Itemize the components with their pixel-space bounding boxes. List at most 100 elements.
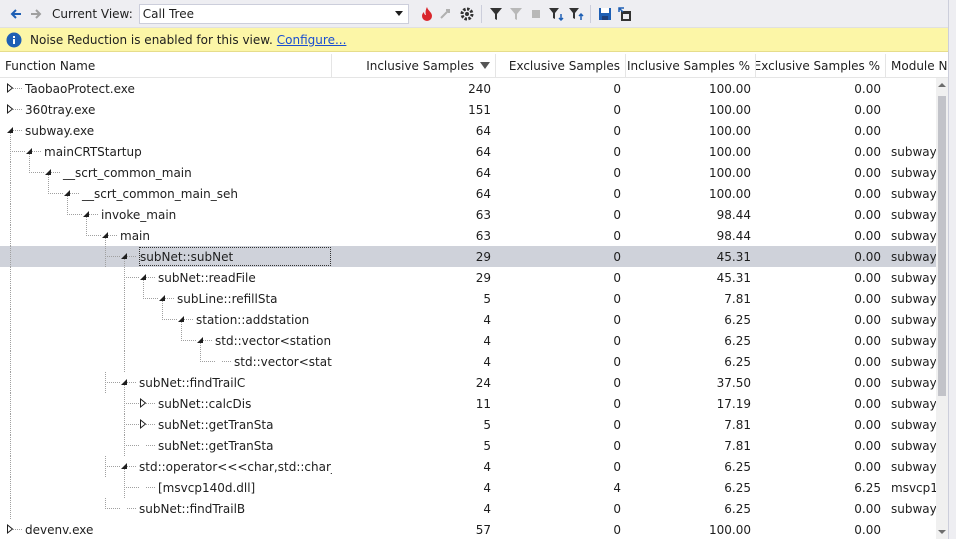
flame-icon[interactable] — [417, 4, 437, 24]
save-icon[interactable] — [595, 4, 615, 24]
expanded-triangle-icon[interactable] — [120, 456, 130, 477]
inclusive-samples-pct-cell: 45.31 — [716, 270, 751, 285]
filter-off-icon[interactable] — [506, 4, 526, 24]
table-row[interactable]: subNet::findTrailB 4 0 6.25 0.00 subway — [0, 498, 936, 519]
scroll-down-icon[interactable] — [937, 527, 947, 537]
expanded-triangle-icon[interactable] — [63, 183, 73, 204]
function-name-cell: std::vector<station * — [0, 330, 332, 351]
collapsed-triangle-icon[interactable] — [6, 519, 16, 539]
header-exclusive-samples[interactable]: Exclusive Samples — [496, 54, 626, 78]
inclusive-samples-cell: 63 — [475, 228, 491, 243]
table-row[interactable]: std::operator<<<char,std::char_tr 4 0 6.25 0… — [0, 456, 936, 477]
exclusive-samples-pct-cell: 0.00 — [854, 81, 881, 96]
expanded-triangle-icon[interactable] — [25, 141, 35, 162]
module-name-cell: subway — [891, 144, 936, 159]
table-row[interactable]: [msvcp140d.dll] 4 4 6.25 6.25 msvcp1 — [0, 477, 936, 498]
exclusive-samples-pct-cell: 0.00 — [854, 102, 881, 117]
inclusive-samples-cell: 4 — [483, 354, 491, 369]
export-icon[interactable] — [615, 4, 635, 24]
table-row[interactable]: mainCRTStartup 64 0 100.00 0.00 subway — [0, 141, 936, 162]
exclusive-samples-cell: 0 — [613, 81, 621, 96]
module-name-cell: subway — [891, 354, 936, 369]
settings-gear-icon[interactable] — [457, 4, 477, 24]
filter-icon[interactable] — [486, 4, 506, 24]
table-row[interactable]: subNet::readFile 29 0 45.31 0.00 subway — [0, 267, 936, 288]
scrollbar-thumb[interactable] — [938, 96, 946, 396]
exclusive-samples-cell: 4 — [613, 480, 621, 495]
table-row[interactable]: subLine::refillSta 5 0 7.81 0.00 subway — [0, 288, 936, 309]
table-row[interactable]: subNet::calcDis 11 0 17.19 0.00 subway — [0, 393, 936, 414]
function-name-cell: station::addstation — [0, 309, 332, 330]
expanded-triangle-icon[interactable] — [82, 204, 92, 225]
table-row[interactable]: station::addstation 4 0 6.25 0.00 subway — [0, 309, 936, 330]
table-row[interactable]: subway.exe 64 0 100.00 0.00 — [0, 120, 936, 141]
filter-up-icon[interactable] — [566, 4, 586, 24]
header-module-name[interactable]: Module N — [886, 54, 948, 78]
expand-hot-path-icon[interactable] — [437, 4, 457, 24]
table-row[interactable]: main 63 0 98.44 0.00 subway — [0, 225, 936, 246]
table-row[interactable]: 360tray.exe 151 0 100.00 0.00 — [0, 99, 936, 120]
table-row[interactable]: invoke_main 63 0 98.44 0.00 subway — [0, 204, 936, 225]
table-row[interactable]: std::vector<static 4 0 6.25 0.00 subway — [0, 351, 936, 372]
function-name: subNet::findTrailC — [139, 375, 246, 390]
header-exclusive-samples-pct[interactable]: Exclusive Samples % — [756, 54, 886, 78]
expanded-triangle-icon[interactable] — [196, 330, 206, 351]
back-arrow-icon[interactable] — [6, 4, 26, 24]
configure-link[interactable]: Configure... — [277, 33, 347, 47]
stop-icon[interactable] — [526, 4, 546, 24]
expanded-triangle-icon[interactable] — [139, 267, 149, 288]
exclusive-samples-cell: 0 — [613, 165, 621, 180]
function-name-cell: __scrt_common_main_seh — [0, 183, 332, 204]
expanded-triangle-icon[interactable] — [44, 162, 54, 183]
collapsed-triangle-icon[interactable] — [139, 414, 149, 435]
header-inclusive-samples[interactable]: Inclusive Samples — [332, 54, 496, 78]
expanded-triangle-icon[interactable] — [101, 225, 111, 246]
table-row[interactable]: subNet::getTranSta 5 0 7.81 0.00 subway — [0, 414, 936, 435]
inclusive-samples-pct-cell: 98.44 — [716, 207, 751, 222]
forward-arrow-icon[interactable] — [26, 4, 46, 24]
expanded-triangle-icon[interactable] — [177, 309, 187, 330]
grid-rows: TaobaoProtect.exe 240 0 100.00 0.00 360tray.e… — [0, 78, 936, 539]
exclusive-samples-cell: 0 — [613, 270, 621, 285]
inclusive-samples-cell: 4 — [483, 333, 491, 348]
module-name-cell: subway — [891, 438, 936, 453]
vertical-scrollbar[interactable] — [936, 78, 948, 539]
scroll-up-icon[interactable] — [937, 80, 947, 90]
exclusive-samples-pct-cell: 0.00 — [854, 438, 881, 453]
function-name-cell: main — [0, 225, 332, 246]
collapsed-triangle-icon[interactable] — [6, 99, 16, 120]
expanded-triangle-icon[interactable] — [120, 372, 130, 393]
header-inclusive-samples-pct[interactable]: Inclusive Samples % — [626, 54, 756, 78]
current-view-select[interactable]: Call Tree — [138, 3, 409, 24]
expanded-triangle-icon[interactable] — [158, 288, 168, 309]
inclusive-samples-pct-cell: 6.25 — [724, 333, 751, 348]
exclusive-samples-pct-cell: 0.00 — [854, 186, 881, 201]
exclusive-samples-cell: 0 — [613, 459, 621, 474]
table-row[interactable]: __scrt_common_main 64 0 100.00 0.00 subway — [0, 162, 936, 183]
exclusive-samples-pct-cell: 0.00 — [854, 396, 881, 411]
function-name-cell: TaobaoProtect.exe — [0, 78, 332, 99]
module-name-cell — [886, 99, 936, 120]
filter-down-icon[interactable] — [546, 4, 566, 24]
function-name-cell: std::vector<static — [0, 351, 332, 372]
inclusive-samples-pct-cell: 100.00 — [709, 123, 751, 138]
chevron-down-icon[interactable] — [392, 5, 406, 23]
expanded-triangle-icon[interactable] — [120, 246, 130, 267]
header-function-name[interactable]: Function Name — [0, 54, 332, 78]
exclusive-samples-cell: 0 — [613, 102, 621, 117]
table-row[interactable]: subNet::subNet 29 0 45.31 0.00 subway — [0, 246, 936, 267]
table-row[interactable]: subNet::findTrailC 24 0 37.50 0.00 subway — [0, 372, 936, 393]
inclusive-samples-cell: 11 — [475, 396, 491, 411]
table-row[interactable]: std::vector<station * 4 0 6.25 0.00 subway — [0, 330, 936, 351]
collapsed-triangle-icon[interactable] — [6, 78, 16, 99]
exclusive-samples-pct-cell: 0.00 — [854, 144, 881, 159]
exclusive-samples-cell: 0 — [613, 144, 621, 159]
collapsed-triangle-icon[interactable] — [139, 393, 149, 414]
table-row[interactable]: TaobaoProtect.exe 240 0 100.00 0.00 — [0, 78, 936, 99]
table-row[interactable]: subNet::getTranSta 5 0 7.81 0.00 subway — [0, 435, 936, 456]
function-name-cell: std::operator<<<char,std::char_tr — [0, 456, 332, 477]
table-row[interactable]: devenv.exe 57 0 100.00 0.00 — [0, 519, 936, 539]
table-row[interactable]: __scrt_common_main_seh 64 0 100.00 0.00 subwa… — [0, 183, 936, 204]
expanded-triangle-icon[interactable] — [6, 120, 16, 141]
header-label: Inclusive Samples % — [626, 59, 750, 73]
